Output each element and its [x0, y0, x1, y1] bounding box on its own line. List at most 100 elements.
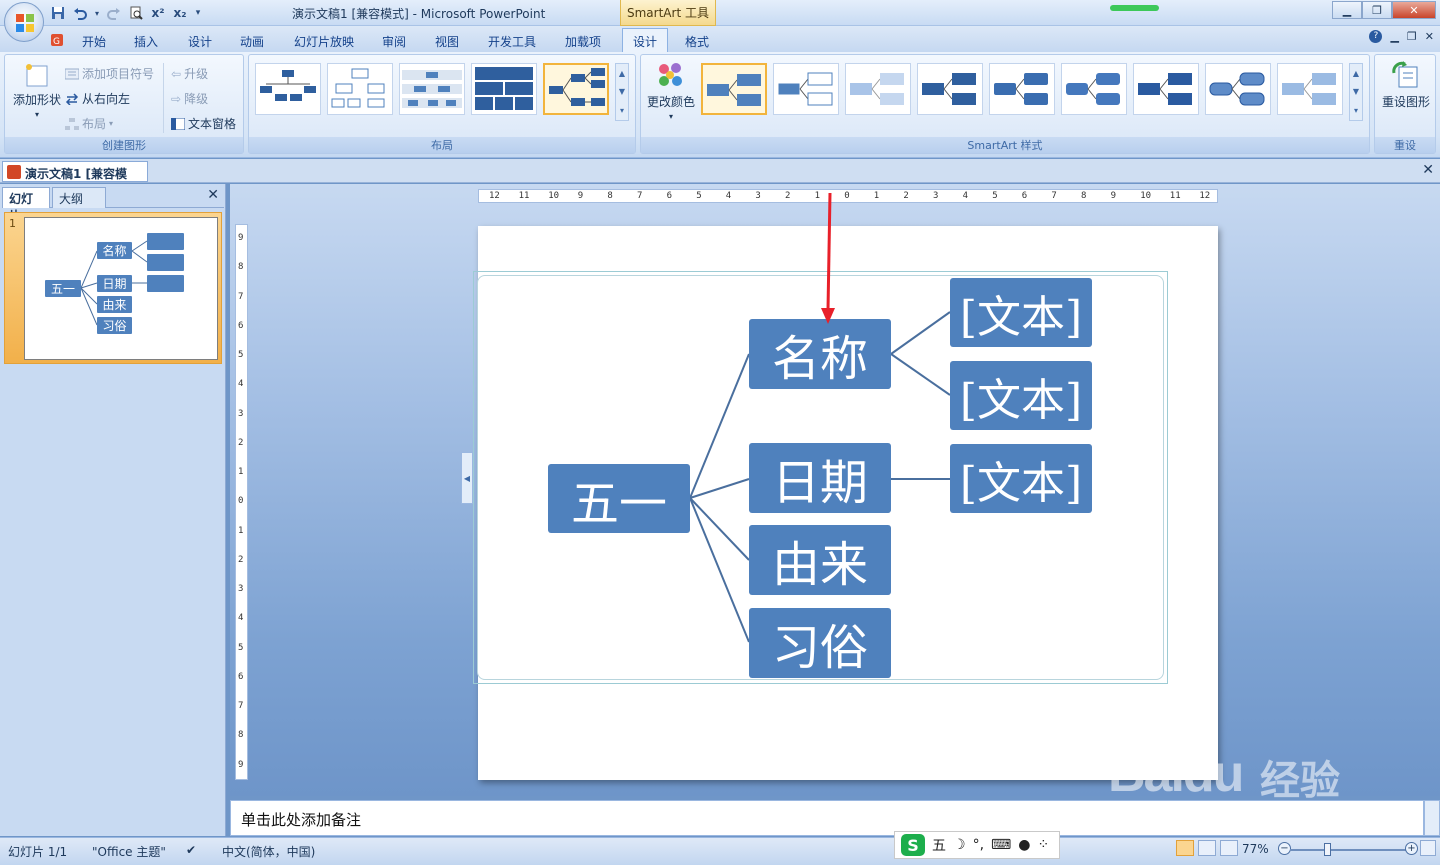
slide-sorter-view-icon[interactable]	[1198, 840, 1216, 856]
tab-design[interactable]: 设计	[188, 30, 218, 52]
node-date-text-1[interactable]: [文本]	[950, 444, 1092, 513]
status-language[interactable]: 中文(简体，中国)	[222, 843, 315, 860]
style-option-6[interactable]	[1061, 63, 1127, 115]
tab-slideshow[interactable]: 幻灯片放映	[294, 30, 358, 52]
user-icon[interactable]: ●	[1018, 837, 1030, 853]
style-option-1[interactable]	[701, 63, 767, 115]
save-icon[interactable]	[48, 4, 68, 22]
tab-slides[interactable]: 幻灯片	[2, 187, 50, 223]
node-date[interactable]: 日期	[749, 443, 891, 513]
pane-close-icon[interactable]: ✕	[207, 187, 219, 203]
tab-outline[interactable]: 大纲	[52, 187, 106, 208]
node-name-text-2[interactable]: [文本]	[950, 361, 1092, 430]
right-to-left-button[interactable]: 从右向左	[65, 90, 130, 107]
ruler-tick-label: 5	[238, 350, 244, 361]
style-option-5[interactable]	[989, 63, 1055, 115]
slideshow-view-icon[interactable]	[1220, 840, 1238, 856]
tab-format[interactable]: 格式	[685, 30, 715, 52]
normal-view-icon[interactable]	[1176, 840, 1194, 856]
customize-qat-icon[interactable]: ▾	[192, 4, 204, 22]
tab-developer[interactable]: 开发工具	[488, 30, 540, 52]
addin-icon[interactable]: G	[50, 30, 68, 52]
layout-label: 布局	[82, 117, 107, 131]
layout-option-labeled-hierarchy[interactable]	[399, 63, 465, 115]
slide-thumbnail[interactable]: 五一 名称 日期 由来 习俗	[24, 217, 218, 360]
text-pane-button[interactable]: 文本窗格	[171, 115, 236, 132]
text-pane-toggle-handle[interactable]: ◀	[461, 452, 473, 504]
demote-button[interactable]: ⇨ 降级	[171, 90, 208, 107]
slide[interactable]: ◀ 五一 名称 日期 由来 习俗 [文本] [文本] [文本]	[461, 226, 1218, 780]
horizontal-ruler: 12 11 10 9 8 7 6 5 4 3 2 1 0 1 2 3 4 5 6 7 8 9 10 11 12	[478, 189, 1218, 203]
notes-scrollbar[interactable]	[1424, 800, 1440, 836]
undo-icon[interactable]	[70, 4, 90, 22]
add-bullet-button[interactable]: 添加项目符号	[65, 65, 154, 82]
ruler-tick-label: 9	[1110, 191, 1117, 201]
punctuation-icon[interactable]: °,	[973, 837, 984, 853]
fit-to-window-icon[interactable]	[1420, 840, 1436, 856]
change-colors-button[interactable]: 更改颜色 ▾	[645, 61, 697, 121]
tab-view[interactable]: 视图	[435, 30, 465, 52]
style-gallery-scroll[interactable]: ▲ ▼ ▾	[1349, 63, 1363, 121]
tab-home[interactable]: 开始	[82, 30, 112, 52]
office-button[interactable]	[4, 2, 44, 42]
status-theme[interactable]: "Office 主题"	[92, 843, 166, 860]
node-origin[interactable]: 由来	[749, 525, 891, 595]
close-button[interactable]: ✕	[1392, 1, 1436, 19]
ruler-tick-label: 10	[1140, 191, 1152, 201]
style-option-9[interactable]	[1277, 63, 1343, 115]
document-tab[interactable]: 演示文稿1 [兼容模式]	[2, 161, 148, 198]
keyboard-icon[interactable]: ⌨	[991, 837, 1011, 853]
slide-number: 1	[9, 217, 16, 230]
promote-button[interactable]: ⇦ 升级	[171, 65, 208, 82]
style-option-4[interactable]	[917, 63, 983, 115]
reset-graphic-button[interactable]: 重设图形	[1377, 61, 1435, 110]
node-custom[interactable]: 习俗	[749, 608, 891, 678]
ribbon-tabs: G 开始 插入 设计 动画 幻灯片放映 审阅 视图 开发工具 加载项 设计 格式…	[0, 26, 1440, 52]
tab-review[interactable]: 审阅	[382, 30, 412, 52]
zoom-in-icon[interactable]: +	[1405, 842, 1418, 855]
ribbon-close-icon[interactable]: ✕	[1425, 30, 1434, 43]
layout-option-org-chart[interactable]	[255, 63, 321, 115]
restore-button[interactable]: ❐	[1362, 1, 1392, 19]
style-option-7[interactable]	[1133, 63, 1199, 115]
layout-button[interactable]: 布局 ▾	[65, 115, 113, 132]
ruler-tick-label: 11	[1169, 191, 1181, 201]
spell-check-icon[interactable]: ✔	[186, 843, 196, 857]
style-option-2[interactable]	[773, 63, 839, 115]
ribbon-minimize-icon[interactable]: ▁	[1390, 30, 1398, 43]
help-icon[interactable]: ?	[1369, 30, 1383, 43]
slide-thumbnail-item[interactable]: 1 五一 名称 日期 由来 习俗	[4, 212, 222, 364]
print-preview-icon[interactable]	[126, 4, 146, 22]
node-root[interactable]: 五一	[548, 464, 690, 533]
layout-gallery-scroll[interactable]: ▲ ▼ ▾	[615, 63, 629, 121]
tab-addins[interactable]: 加载项	[565, 30, 607, 52]
minimize-button[interactable]: ▁	[1332, 1, 1362, 19]
tab-insert[interactable]: 插入	[134, 30, 164, 52]
layout-option-hierarchy[interactable]	[327, 63, 393, 115]
tab-smartart-design[interactable]: 设计	[622, 28, 668, 52]
document-close-icon[interactable]: ✕	[1422, 162, 1434, 178]
superscript-icon[interactable]: x²	[148, 4, 168, 22]
ribbon-restore-icon[interactable]: ❐	[1407, 30, 1417, 43]
toolbox-icon[interactable]: ⁘	[1037, 837, 1049, 853]
layout-dropdown-icon: ▾	[109, 119, 114, 128]
node-name-text-1[interactable]: [文本]	[950, 278, 1092, 347]
tab-animation[interactable]: 动画	[240, 30, 270, 52]
undo-dropdown-icon[interactable]: ▾	[92, 4, 102, 22]
add-shape-button[interactable]: 添加形状 ▾	[11, 61, 63, 119]
zoom-level[interactable]: 77%	[1242, 842, 1269, 856]
style-option-8[interactable]	[1205, 63, 1271, 115]
baidu-watermark: Baidu 经验 jingyan.baidu.com	[1100, 740, 1400, 840]
subscript-icon[interactable]: x₂	[170, 4, 190, 22]
node-name[interactable]: 名称	[749, 319, 891, 389]
half-width-icon[interactable]: ☽	[953, 837, 966, 853]
sogou-logo-icon[interactable]: S	[901, 834, 925, 856]
layout-option-horizontal-hierarchy[interactable]	[543, 63, 609, 115]
ruler-tick-label: 6	[238, 671, 244, 682]
zoom-slider[interactable]: − +	[1278, 842, 1418, 858]
ime-mode[interactable]: 五	[932, 835, 946, 855]
zoom-knob[interactable]	[1324, 843, 1331, 856]
style-option-3[interactable]	[845, 63, 911, 115]
redo-icon[interactable]	[104, 4, 124, 22]
layout-option-table-hierarchy[interactable]	[471, 63, 537, 115]
